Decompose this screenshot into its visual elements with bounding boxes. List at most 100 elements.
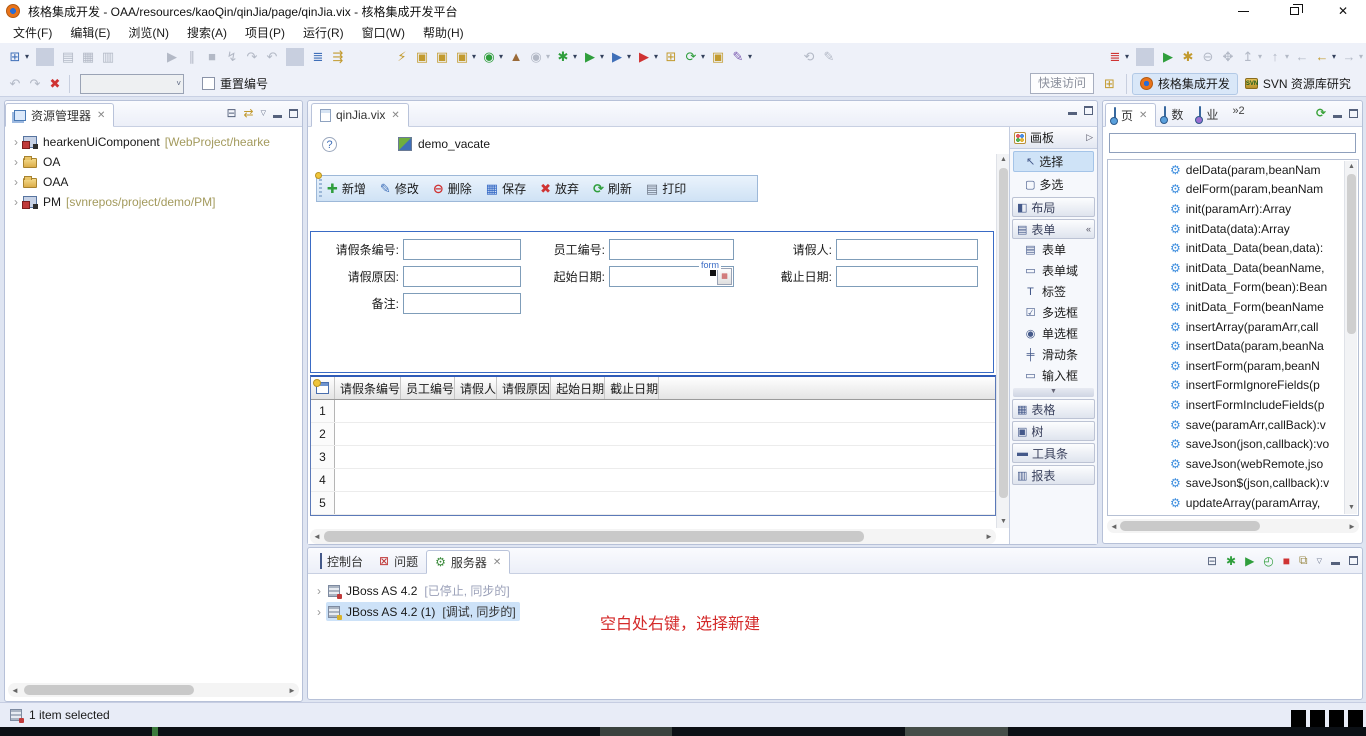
dropdown-arrow-icon[interactable]: ▾ — [544, 47, 552, 67]
scrollbar-thumb[interactable] — [24, 685, 194, 695]
palette-item[interactable]: ☑ 多选框 — [1010, 302, 1097, 323]
tab-problems[interactable]: ⊠ 问题 — [371, 549, 426, 573]
world-disabled-icon[interactable]: ◉ — [527, 47, 545, 67]
tab-close-icon[interactable]: ✕ — [97, 110, 105, 121]
text-input[interactable] — [837, 240, 977, 259]
data-table[interactable]: 请假条编号 员工编号 请假人 请假原因 起始日期 截止日期 1 — [310, 375, 996, 516]
minimize-view-icon[interactable] — [1333, 115, 1342, 118]
menu-item[interactable]: 项目(P) — [236, 22, 294, 43]
function-list-item[interactable]: ⚙ initData_Data(beanName, — [1108, 258, 1358, 278]
tab-servers[interactable]: ⚙ 服务器 ✕ — [426, 550, 510, 574]
view-menu-icon[interactable]: ▽ — [261, 109, 266, 117]
function-list-item[interactable]: ⚙ saveJson$(json,callback):v — [1108, 474, 1358, 494]
table-row[interactable]: 3 — [311, 446, 995, 469]
dropdown-arrow-icon[interactable]: ▾ — [1256, 47, 1264, 67]
text-input[interactable] — [837, 267, 977, 286]
server-row[interactable]: › JBoss AS 4.2 [已停止, 同步的] — [308, 580, 1362, 601]
menu-item[interactable]: 运行(R) — [294, 22, 353, 43]
palette-header[interactable]: 画板 ▷ — [1010, 127, 1097, 149]
dropdown-arrow-icon[interactable]: ▾ — [1330, 47, 1338, 67]
server-row-selected[interactable]: › JBoss AS 4.2 (1) [调试, 同步的] — [308, 601, 1362, 622]
step-return-icon[interactable]: ↷ — [243, 47, 261, 67]
tab-business[interactable]: 业 — [1191, 102, 1226, 126]
spacer[interactable] — [1086, 47, 1104, 67]
scrollbar-thumb[interactable] — [1120, 521, 1260, 531]
column-header[interactable]: 请假条编号 — [335, 377, 401, 399]
start-server-icon[interactable]: ▶ — [1245, 554, 1254, 568]
perspective-svn[interactable]: SVN SVN 资源库研究 — [1238, 73, 1358, 95]
collapse-all-icon[interactable]: ⊟ — [226, 106, 236, 120]
filter-input[interactable] — [1110, 134, 1355, 152]
functions-vscrollbar[interactable]: ▲ ▼ — [1344, 161, 1357, 514]
table-row[interactable]: 4 — [311, 469, 995, 492]
maximize-view-icon[interactable] — [1349, 556, 1358, 565]
last-edit-icon[interactable]: ← — [1313, 47, 1331, 67]
palette-marquee-tool[interactable]: ▢ 多选 — [1013, 174, 1094, 195]
pin-icon[interactable]: « — [1086, 224, 1091, 234]
palette-item[interactable]: ▭ 输入框 — [1010, 365, 1097, 386]
web-app-icon[interactable]: ⚡ — [393, 47, 411, 67]
tab-console[interactable]: 控制台 — [312, 549, 371, 573]
tab-close-icon[interactable]: ✕ — [493, 557, 501, 568]
minimize-view-icon[interactable] — [1331, 562, 1340, 565]
discard-button[interactable]: ✖ 放弃 — [540, 180, 579, 197]
plugin-icon[interactable]: ⊞ — [662, 47, 680, 67]
tab-qinjia-vix[interactable]: qinJia.vix ✕ — [311, 103, 409, 127]
function-list-item[interactable]: ⚙ saveJson(webRemote,jso — [1108, 454, 1358, 474]
refresh-icon[interactable]: ⟳ — [1316, 106, 1326, 120]
tab-page[interactable]: 页 ✕ — [1105, 103, 1156, 127]
column-header[interactable]: 请假人 — [455, 377, 497, 399]
tab-close-icon[interactable]: ✕ — [391, 110, 399, 121]
function-list-item[interactable]: ⚙ insertArray(paramArr,call — [1108, 317, 1358, 337]
debug-server-icon[interactable]: ✱ — [1226, 554, 1236, 568]
palette-item[interactable]: T 标签 — [1010, 281, 1097, 302]
date-picker-icon[interactable]: ▦ — [717, 268, 732, 285]
palette-drawer[interactable]: ▣ 树 — [1012, 421, 1095, 441]
editor-hscrollbar[interactable]: ◄ ► — [310, 529, 996, 544]
quick-access-box[interactable]: 快速访问 — [1030, 73, 1094, 94]
hand-icon[interactable]: ✥ — [1219, 47, 1237, 67]
function-list-item[interactable]: ⚙ insertFormIgnoreFields(p — [1108, 376, 1358, 396]
save-icon[interactable]: ▤ — [59, 47, 77, 67]
folder-properties-icon[interactable]: ▣ — [453, 47, 471, 67]
column-header[interactable]: 员工编号 — [401, 377, 455, 399]
palette-drawer-layout[interactable]: ◧ 布局 — [1012, 197, 1095, 217]
palette-drawer[interactable]: ▬ 工具条 — [1012, 443, 1095, 463]
open-perspective-icon[interactable]: ⊞ — [1104, 76, 1115, 92]
dropdown-arrow-icon[interactable]: ▾ — [571, 47, 579, 67]
tab-close-icon[interactable]: ✕ — [1139, 110, 1147, 121]
dropdown-arrow-icon[interactable]: ▾ — [1123, 47, 1131, 67]
menu-item[interactable]: 浏览(N) — [119, 22, 178, 43]
table-row[interactable]: 1 — [311, 400, 995, 423]
spacer[interactable] — [119, 47, 161, 67]
separator[interactable] — [1136, 48, 1154, 66]
function-list-item[interactable]: ⚙ delData(param,beanNam — [1108, 160, 1358, 180]
stop-server-icon[interactable]: ⊖ — [1199, 47, 1217, 67]
perspective-hege[interactable]: 核格集成开发 — [1132, 73, 1238, 95]
minimize-view-icon[interactable] — [273, 115, 282, 118]
expand-chevron-icon[interactable]: › — [312, 605, 326, 619]
function-list-item[interactable]: ⚙ insertForm(param,beanN — [1108, 356, 1358, 376]
view-menu-icon[interactable]: ▽ — [1317, 557, 1322, 565]
pin-icon[interactable]: ▷ — [1086, 132, 1093, 143]
spacer[interactable] — [756, 47, 798, 67]
function-list-item[interactable]: ⚙ initData_Form(bean):Bean — [1108, 278, 1358, 298]
paint-icon[interactable]: ✎ — [729, 47, 747, 67]
server-stack-icon[interactable]: ≣ — [1106, 47, 1124, 67]
dropdown-arrow-icon[interactable]: ▾ — [652, 47, 660, 67]
tree-item[interactable]: › OA — [5, 152, 302, 172]
edit-button[interactable]: ✎ 修改 — [380, 180, 419, 197]
expand-chevron-icon[interactable]: › — [9, 155, 23, 169]
export-folder-icon[interactable]: ▣ — [433, 47, 451, 67]
external-tools-icon[interactable]: ▶ — [635, 47, 653, 67]
step-into-icon[interactable]: ↯ — [223, 47, 241, 67]
palette-select-tool[interactable]: ↖ 选择 — [1013, 151, 1094, 172]
tree-item[interactable]: › OAA — [5, 172, 302, 192]
tree-item[interactable]: › PM [svnrepos/project/demo/PM] — [5, 192, 302, 212]
tab-data[interactable]: 数 — [1156, 102, 1191, 126]
save-all-icon[interactable]: ▦ — [79, 47, 97, 67]
back-icon[interactable]: ← — [1293, 47, 1311, 67]
maximize-view-icon[interactable] — [289, 109, 298, 118]
dropdown-arrow-icon[interactable]: ▾ — [1283, 47, 1291, 67]
run-icon[interactable]: ▶ — [581, 47, 599, 67]
